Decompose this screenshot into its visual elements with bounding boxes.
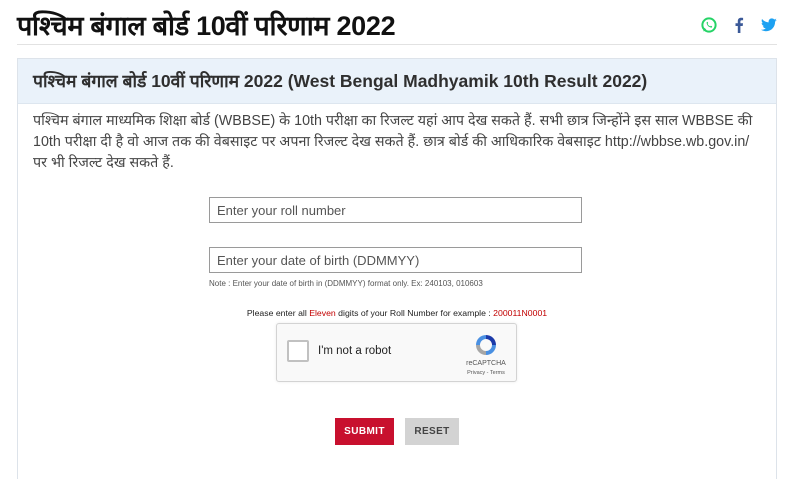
- recaptcha-brand: reCAPTCHA: [466, 360, 506, 367]
- instruction-highlight: Eleven: [309, 308, 336, 318]
- reset-button[interactable]: RESET: [405, 418, 459, 445]
- recaptcha-widget: I'm not a robot reCAPTCHA Privacy - Term…: [276, 323, 517, 382]
- facebook-icon[interactable]: [731, 17, 747, 33]
- header-divider: [17, 44, 777, 45]
- instruction-example: 200011N0001: [493, 308, 548, 318]
- result-card: पश्चिम बंगाल बोर्ड 10वीं परिणाम 2022 (We…: [17, 58, 777, 479]
- dob-format-note: Note : Enter your date of birth in (DDMM…: [209, 279, 483, 288]
- card-header: पश्चिम बंगाल बोर्ड 10वीं परिणाम 2022 (We…: [18, 59, 776, 104]
- recaptcha-links[interactable]: Privacy - Terms: [457, 370, 515, 376]
- card-heading: पश्चिम बंगाल बोर्ड 10वीं परिणाम 2022 (We…: [33, 71, 648, 91]
- instruction-prefix: Please enter all: [246, 308, 310, 318]
- roll-number-input[interactable]: [209, 197, 582, 223]
- roll-instruction: Please enter all Eleven digits of your R…: [18, 308, 776, 318]
- share-bar: [701, 17, 777, 33]
- instruction-middle: digits of your Roll Number for example :: [335, 308, 494, 318]
- recaptcha-checkbox[interactable]: [287, 340, 309, 362]
- submit-button[interactable]: SUBMIT: [335, 418, 394, 445]
- dob-input[interactable]: [209, 247, 582, 273]
- recaptcha-logo-icon: [473, 332, 499, 358]
- card-description: पश्चिम बंगाल माध्यमिक शिक्षा बोर्ड (WBBS…: [33, 113, 753, 171]
- whatsapp-icon[interactable]: [701, 17, 717, 33]
- twitter-icon[interactable]: [761, 17, 777, 33]
- page-title: पश्चिम बंगाल बोर्ड 10वीं परिणाम 2022: [17, 11, 396, 41]
- recaptcha-label: I'm not a robot: [318, 345, 392, 357]
